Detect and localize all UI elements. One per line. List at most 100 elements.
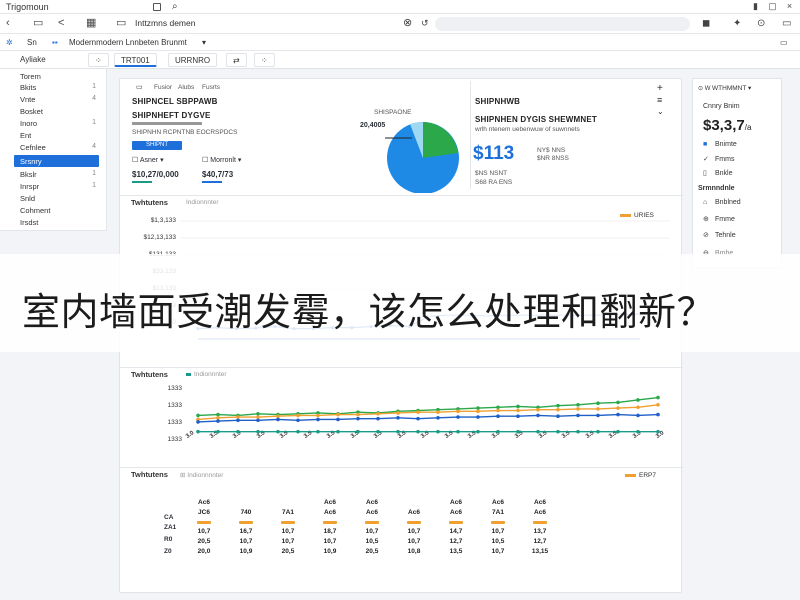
sidebar-item[interactable]: Ent [20, 131, 100, 141]
chart2-point [316, 413, 320, 418]
chart2-point [436, 429, 440, 434]
check-asner[interactable]: ☐ Asner ▾ [132, 156, 164, 164]
chart2-point [496, 429, 500, 434]
chart2-point [376, 416, 380, 421]
tab-drag-icon[interactable]: ⁘ [88, 53, 109, 67]
table-marker [491, 521, 505, 524]
search-icon[interactable]: ⌕ [172, 1, 178, 12]
right-row-3[interactable]: ▯ Bnkle [703, 169, 733, 177]
summary-side-3: $NS NSNT [475, 170, 508, 177]
shipment-line [132, 122, 202, 125]
minimize-icon[interactable]: ▮ [751, 2, 760, 11]
chart2-point [396, 429, 400, 434]
tab-grid-icon[interactable]: ⁘ [254, 53, 275, 67]
tab-arrows-icon[interactable]: ⇄ [226, 53, 247, 67]
settings-icon[interactable]: ⊙ [757, 18, 765, 29]
sidebar-item[interactable]: Bkslr 1 [20, 170, 100, 180]
share-icon[interactable]: < [58, 18, 64, 29]
table-cell: 14,7 [449, 528, 463, 535]
chart2-point [536, 407, 540, 412]
chart2-plot [196, 395, 660, 434]
add-icon[interactable]: + [657, 83, 663, 94]
sidebar-item[interactable]: Bosket [20, 107, 100, 117]
sidebar-item-label: Bkits [20, 83, 37, 92]
tab-primary[interactable]: Ayliake [14, 53, 52, 67]
check-morronlt[interactable]: ☐ Morronlt ▾ [202, 156, 241, 164]
clear-icon[interactable]: ⊗ [403, 18, 412, 29]
chart2-point [316, 417, 320, 422]
bookmark-brand[interactable]: Sn [27, 38, 37, 47]
bookmark-path[interactable]: Modernmodern Lnnbeten Brunmt [69, 38, 187, 47]
window-title: Trigomoun [6, 2, 49, 12]
maximize-icon[interactable]: ▢ [768, 2, 777, 11]
list-icon[interactable]: ≡ [657, 95, 662, 105]
back-icon[interactable]: ‹ [6, 18, 10, 29]
chart2-point [636, 429, 640, 434]
mini-tab-fusrts[interactable]: Fusrts [202, 84, 220, 91]
sidebar-item[interactable]: Snld [20, 194, 100, 204]
mini-tab-fusior[interactable]: Fusior [154, 84, 172, 91]
sidebar-item[interactable]: Cohment [20, 206, 100, 216]
right-row-2-label: Fmms [715, 156, 735, 163]
url-text[interactable]: Inttzmns demen [135, 18, 195, 28]
right-row-2[interactable]: ✓ Fmms [703, 155, 734, 163]
sidebar-item[interactable]: Irsdst [20, 218, 100, 228]
table-cell: 20,0 [197, 548, 211, 555]
table-cell: Ac6 [324, 509, 336, 516]
sidebar-item-label: Snld [20, 194, 36, 203]
tab-urrnro[interactable]: URRNRO [168, 53, 218, 67]
table-cell: 20,5 [365, 548, 379, 555]
mini-tab-alubs[interactable]: Alubs [178, 84, 194, 91]
shipment-value-2: $40,7/73 [202, 170, 234, 179]
chart2-point [396, 416, 400, 420]
right-big-suffix: /a [744, 123, 752, 132]
chart2-point [196, 420, 200, 424]
shipment-button[interactable]: SHIPNT [132, 141, 182, 150]
chart2-point [516, 408, 520, 413]
right-row-1[interactable]: ■ Bnimte [703, 141, 737, 148]
tab-icon[interactable] [153, 3, 161, 11]
summary-title: SHIPNHWB [475, 97, 521, 106]
search-input[interactable] [435, 17, 690, 31]
table-cell: 10,5 [491, 538, 505, 545]
right-item-2[interactable]: ⊕ Fmme [703, 215, 735, 223]
chart2-point [356, 412, 360, 417]
sidebar-item[interactable]: Srsnry [14, 155, 99, 167]
table-cell [274, 498, 302, 508]
sidebar-item[interactable]: Cefnlee 4 [20, 143, 100, 153]
chart2-point [416, 410, 420, 414]
tabs-icon[interactable]: ▭ [33, 18, 43, 29]
table-cell: 10,7 [491, 548, 505, 555]
apps-icon[interactable]: ✲ [6, 38, 13, 47]
sidebar-item[interactable]: Bkits 1 [20, 83, 100, 93]
sidebar-item[interactable]: Inrspr 1 [20, 182, 100, 192]
grid-icon[interactable]: ▦ [86, 18, 96, 29]
dropdown-icon[interactable]: ▾ [202, 38, 206, 47]
menu-icon[interactable]: ▭ [782, 18, 791, 29]
right-panel: ⊙ W WTHMMNT ▾ Cnnry Bnim $3,3,7/a ■ Bnimt… [692, 78, 782, 268]
extension-icon[interactable]: ✦ [733, 18, 741, 29]
bookmark-icon[interactable]: ◼ [702, 18, 710, 29]
sidebar-item[interactable]: Vnte 4 [20, 95, 100, 105]
table-row-label: CA [164, 514, 174, 521]
chart2-point [296, 429, 300, 434]
table-cell: 10,7 [197, 528, 211, 535]
collapse-icon[interactable]: ⌄ [657, 107, 664, 116]
page-icon[interactable]: ▭ [116, 18, 126, 29]
table-cell: 12,7 [533, 538, 547, 545]
tab-trt[interactable]: TRT001 [114, 53, 157, 67]
summary-foot: S68 RA ENS [475, 179, 513, 186]
right-item-3[interactable]: ⊘ Tehnle [703, 231, 736, 239]
close-icon[interactable]: × [785, 2, 794, 11]
overflow-icon[interactable]: ▭ [780, 38, 788, 47]
chart2-point [256, 411, 260, 416]
sidebar-item[interactable]: Inoro 1 [20, 119, 100, 129]
table-cell: 13,7 [533, 528, 547, 535]
sidebar-item[interactable]: Torem [20, 72, 100, 82]
chart2-point [576, 413, 580, 418]
sidebar-item-count: 4 [92, 95, 96, 102]
right-item-1[interactable]: ⌂ Bnblned [703, 199, 741, 206]
table-column: Ac6 7A1 10,7 10,5 10,7 [484, 498, 512, 557]
chart2-point [236, 415, 240, 419]
table-cell: 18,7 [323, 528, 337, 535]
